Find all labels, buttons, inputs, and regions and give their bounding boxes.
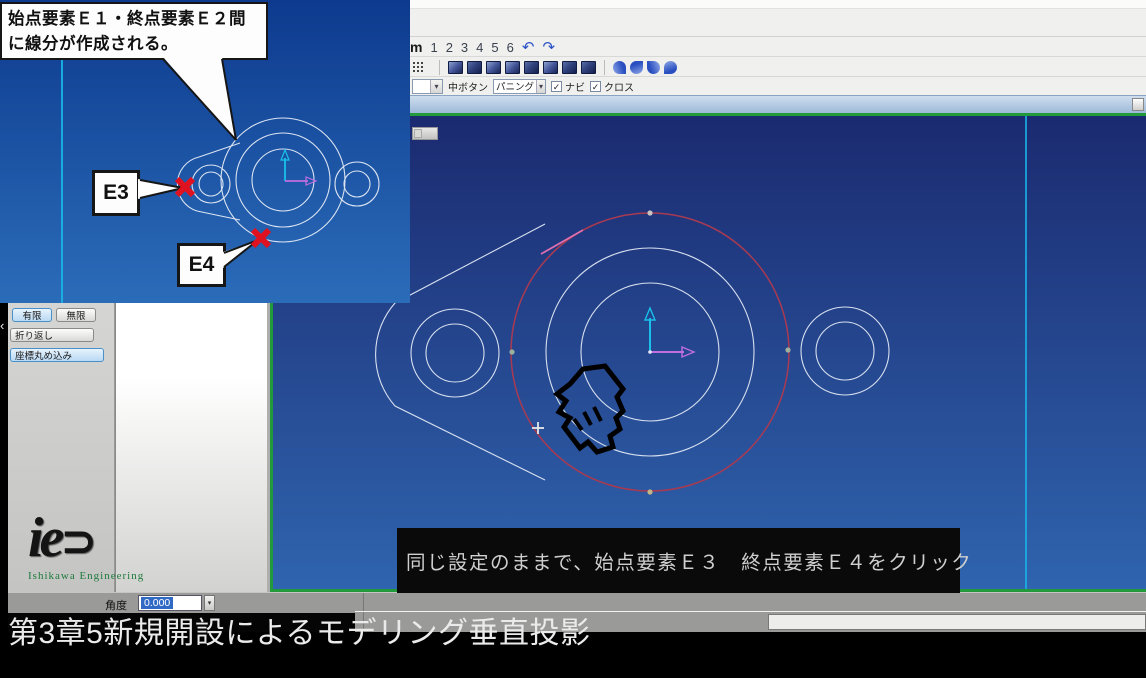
e4-label: E4 bbox=[188, 253, 215, 276]
hand-cursor-icon bbox=[552, 363, 627, 455]
middle-button-label: 中ボタン bbox=[448, 82, 488, 94]
collapsed-toolbox-widget[interactable] bbox=[412, 127, 438, 140]
e4-label-box: E4 bbox=[177, 243, 226, 287]
logo-mark: ie bbox=[28, 507, 64, 569]
view-tab-row: m 1 2 3 4 5 6 ↶ ↷ bbox=[410, 38, 555, 56]
right-lug-inner-circle bbox=[815, 321, 875, 381]
chevron-down-icon: ▾ bbox=[536, 79, 545, 93]
coordinate-rounding-button-label: 座標丸め込み bbox=[15, 351, 73, 362]
e3-label: E3 bbox=[103, 181, 129, 204]
cross-checkbox[interactable]: ✓ クロス bbox=[590, 79, 634, 94]
view-tab-6[interactable]: 6 bbox=[507, 40, 514, 55]
subtitle-text: 同じ設定のままで、始点要素Ｅ３ 終点要素Ｅ４をクリック bbox=[406, 552, 973, 574]
ishikawa-logo: ie⊃ Ishikawa Engineering bbox=[28, 508, 158, 596]
fold-back-button-label: 折り返し bbox=[15, 331, 54, 342]
view-icon-row bbox=[412, 58, 677, 76]
middle-circle bbox=[235, 132, 331, 228]
view-tab-m[interactable]: m bbox=[410, 39, 422, 55]
video-chapter-title: 第3章5新規開設によるモデリング垂直投影 bbox=[8, 617, 591, 650]
nav-checkbox-label: ナビ bbox=[565, 82, 585, 94]
mouse-option-row: ▾ 中ボタン パニング ▾ ✓ ナビ ✓ クロス bbox=[412, 78, 634, 94]
point-marker bbox=[509, 349, 515, 355]
finite-button[interactable]: 有限 bbox=[12, 308, 52, 322]
rotate-free-icon[interactable] bbox=[664, 60, 677, 74]
inner-circle bbox=[251, 148, 315, 212]
callout-line2: に線分が作成される。 bbox=[8, 35, 178, 53]
view-cube-icon[interactable] bbox=[581, 60, 596, 74]
checkmark-icon: ✓ bbox=[590, 80, 601, 92]
view-cube-icon[interactable] bbox=[448, 60, 463, 74]
coordinate-rounding-button[interactable]: 座標丸め込み bbox=[10, 348, 104, 362]
view-tab-1[interactable]: 1 bbox=[430, 40, 437, 55]
grid-icon[interactable] bbox=[412, 61, 425, 74]
view-tab-5[interactable]: 5 bbox=[491, 40, 498, 55]
right-lug-outer-circle bbox=[800, 306, 890, 396]
checkmark-icon: ✓ bbox=[551, 80, 562, 92]
fold-back-button[interactable]: 折り返し bbox=[10, 328, 94, 342]
snap-plus-marker bbox=[532, 422, 544, 434]
view-cube-icon[interactable] bbox=[486, 60, 501, 74]
left-lug-inner-circle bbox=[198, 171, 224, 197]
subtitle-caption: 同じ設定のままで、始点要素Ｅ３ 終点要素Ｅ４をクリック bbox=[397, 528, 971, 593]
left-lug-outer-circle bbox=[191, 164, 231, 204]
toolbar-separator bbox=[439, 59, 440, 75]
view-cube-icon[interactable] bbox=[505, 60, 520, 74]
message-field bbox=[768, 614, 1146, 630]
infinite-button[interactable]: 無限 bbox=[56, 308, 96, 322]
right-lug-inner-circle bbox=[343, 170, 371, 198]
axis-triad bbox=[280, 148, 318, 186]
view-tab-3[interactable]: 3 bbox=[461, 40, 468, 55]
logo-arrow-glyph: ⊃ bbox=[60, 516, 98, 567]
rotate-down-icon[interactable] bbox=[630, 60, 643, 74]
pan-mode-combobox[interactable]: パニング ▾ bbox=[493, 78, 546, 94]
left-lug-inner-circle bbox=[425, 323, 485, 383]
right-lug-outer-circle bbox=[334, 161, 380, 207]
view-cube-icon[interactable] bbox=[562, 60, 577, 74]
toolbar-separator bbox=[604, 59, 605, 75]
view-tab-2[interactable]: 2 bbox=[446, 40, 453, 55]
point-marker bbox=[647, 489, 653, 495]
point-marker bbox=[785, 347, 791, 353]
tutorial-inset: 始点要素Ｅ１・終点要素Ｅ２間 に線分が作成される。 E3 E4 bbox=[0, 0, 410, 303]
panel-collapse-chevron-icon[interactable]: ‹ bbox=[0, 318, 4, 333]
e3-label-box: E3 bbox=[92, 170, 140, 216]
snap-combobox[interactable]: ▾ bbox=[412, 78, 443, 94]
created-line-segment bbox=[540, 229, 584, 255]
callout-bubble: 始点要素Ｅ１・終点要素Ｅ２間 に線分が作成される。 bbox=[0, 2, 268, 60]
pan-mode-value: パニング bbox=[496, 82, 535, 93]
rotate-left-icon[interactable] bbox=[613, 60, 626, 74]
viewport-window-button[interactable] bbox=[1132, 98, 1144, 111]
view-cube-icon[interactable] bbox=[524, 60, 539, 74]
callout-line1: 始点要素Ｅ１・終点要素Ｅ２間 bbox=[8, 10, 246, 28]
logo-brand-text: Ishikawa Engineering bbox=[28, 570, 145, 582]
video-frame: m 1 2 3 4 5 6 ↶ ↷ ▾ 中ボタン パニング ▾ ✓ ナビ ✓ ク… bbox=[0, 0, 1146, 678]
redo-icon[interactable]: ↷ bbox=[542, 40, 555, 55]
view-tab-4[interactable]: 4 bbox=[476, 40, 483, 55]
rotate-right-icon[interactable] bbox=[647, 60, 660, 74]
view-cube-icon[interactable] bbox=[467, 60, 482, 74]
left-lug-outer-circle bbox=[410, 308, 500, 398]
axis-triad bbox=[643, 306, 696, 359]
infinite-button-label: 無限 bbox=[66, 311, 86, 322]
nav-checkbox[interactable]: ✓ ナビ bbox=[551, 79, 585, 94]
view-cube-icon[interactable] bbox=[543, 60, 558, 74]
part-outline bbox=[176, 142, 241, 221]
cross-checkbox-label: クロス bbox=[604, 82, 634, 94]
undo-icon[interactable]: ↶ bbox=[522, 40, 535, 55]
point-marker bbox=[647, 210, 653, 216]
finite-button-label: 有限 bbox=[22, 311, 42, 322]
chevron-down-icon: ▾ bbox=[430, 79, 442, 93]
outer-circle bbox=[220, 117, 346, 243]
